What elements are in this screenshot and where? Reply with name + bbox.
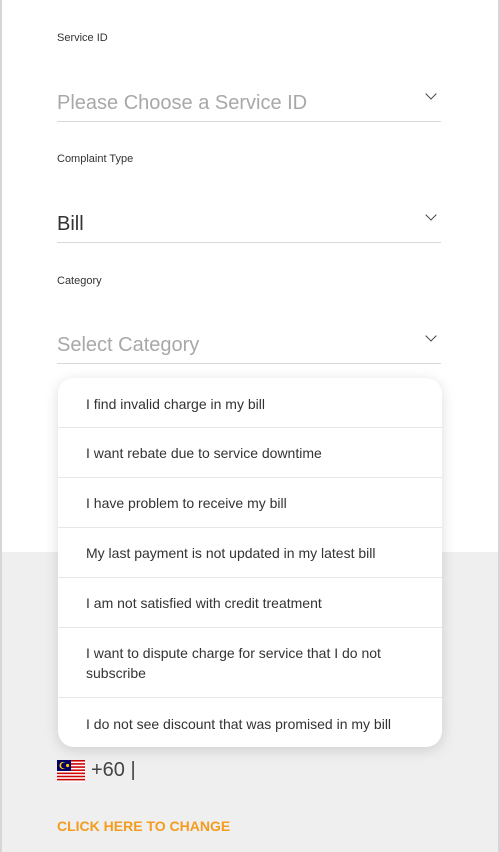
- chevron-down-icon: [425, 330, 437, 342]
- dropdown-option[interactable]: I have problem to receive my bill: [58, 478, 442, 528]
- chevron-down-icon: [425, 88, 437, 100]
- service-id-placeholder: Please Choose a Service ID: [57, 92, 308, 114]
- service-id-select[interactable]: Please Choose a Service ID: [57, 81, 441, 122]
- option-label: My last payment is not updated in my lat…: [86, 545, 376, 561]
- option-label: I want to dispute charge for service tha…: [86, 645, 381, 681]
- dropdown-option[interactable]: I do not see discount that was promised …: [58, 698, 442, 747]
- phone-country-code[interactable]: +60 |: [91, 759, 136, 782]
- chevron-down-icon: [425, 209, 437, 221]
- service-id-label: Service ID: [57, 32, 108, 44]
- left-border: [0, 0, 2, 852]
- category-select[interactable]: Select Category: [57, 323, 441, 364]
- dropdown-option[interactable]: I find invalid charge in my bill: [58, 378, 442, 428]
- complaint-type-label: Complaint Type: [57, 153, 134, 165]
- option-label: I do not see discount that was promised …: [86, 716, 392, 732]
- change-country-link[interactable]: CLICK HERE TO CHANGE: [57, 818, 230, 834]
- category-label: Category: [57, 275, 102, 287]
- complaint-type-select[interactable]: Bill: [57, 202, 441, 243]
- dropdown-option[interactable]: I want rebate due to service downtime: [58, 428, 442, 478]
- dropdown-option[interactable]: My last payment is not updated in my lat…: [58, 528, 442, 578]
- category-dropdown-menu: I find invalid charge in my bill I want …: [58, 378, 442, 747]
- option-label: I find invalid charge in my bill: [86, 396, 265, 412]
- complaint-form-screen: Service ID Please Choose a Service ID Co…: [0, 0, 500, 852]
- dropdown-option[interactable]: I want to dispute charge for service tha…: [58, 628, 442, 698]
- category-placeholder: Select Category: [57, 334, 200, 356]
- option-label: I am not satisfied with credit treatment: [86, 595, 322, 611]
- option-label: I want rebate due to service downtime: [86, 445, 322, 461]
- complaint-type-value: Bill: [57, 213, 84, 235]
- option-label: I have problem to receive my bill: [86, 495, 287, 511]
- dropdown-option[interactable]: I am not satisfied with credit treatment: [58, 578, 442, 628]
- malaysia-flag-icon: [57, 760, 85, 782]
